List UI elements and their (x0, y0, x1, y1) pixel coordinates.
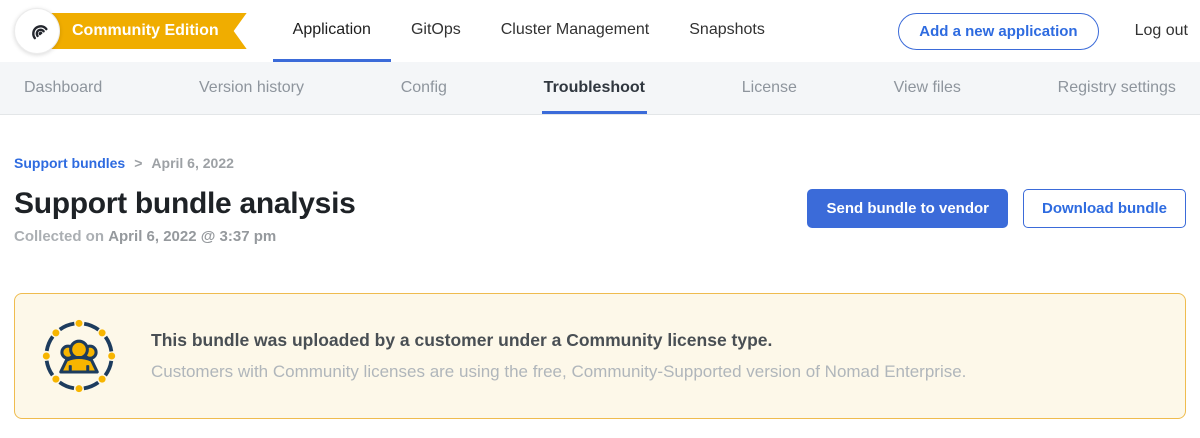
collected-timestamp: Collected on April 6, 2022 @ 3:37 pm (14, 228, 355, 245)
replicated-logo-icon (24, 15, 51, 47)
subnav-license[interactable]: License (740, 62, 799, 114)
replicated-logo[interactable] (14, 8, 60, 54)
alert-text-block: This bundle was uploaded by a customer u… (151, 330, 966, 382)
breadcrumb-separator: > (134, 155, 142, 171)
subnav-config[interactable]: Config (399, 62, 449, 114)
page-head: Support bundle analysis Collected on Apr… (14, 187, 1186, 245)
subnav-version-history[interactable]: Version history (197, 62, 306, 114)
subnav-registry-settings[interactable]: Registry settings (1056, 62, 1178, 114)
community-edition-badge: Community Edition (48, 13, 247, 49)
bundle-actions: Send bundle to vendor Download bundle (807, 189, 1186, 228)
top-nav: Application GitOps Cluster Management Sn… (273, 0, 785, 62)
app-subnav: Dashboard Version history Config Trouble… (0, 62, 1200, 115)
send-bundle-to-vendor-button[interactable]: Send bundle to vendor (807, 189, 1008, 228)
top-tab-application[interactable]: Application (273, 0, 391, 62)
top-header: Community Edition Application GitOps Clu… (0, 0, 1200, 62)
logout-link[interactable]: Log out (1135, 22, 1188, 40)
main-content: Support bundles > April 6, 2022 Support … (0, 155, 1200, 419)
alert-description: Customers with Community licenses are us… (151, 362, 966, 382)
page-title: Support bundle analysis (14, 187, 355, 221)
collected-datetime: April 6, 2022 @ 3:37 pm (108, 228, 276, 245)
subnav-view-files[interactable]: View files (892, 62, 963, 114)
add-application-button[interactable]: Add a new application (898, 13, 1098, 50)
subnav-dashboard[interactable]: Dashboard (22, 62, 104, 114)
header-right: Add a new application Log out (898, 13, 1188, 50)
top-tab-snapshots[interactable]: Snapshots (669, 0, 785, 62)
community-license-alert: This bundle was uploaded by a customer u… (14, 293, 1186, 419)
brand-logo: Community Edition (14, 8, 247, 54)
breadcrumb-support-bundles-link[interactable]: Support bundles (14, 155, 125, 171)
top-tab-cluster-management[interactable]: Cluster Management (481, 0, 670, 62)
download-bundle-button[interactable]: Download bundle (1023, 189, 1186, 228)
alert-title: This bundle was uploaded by a customer u… (151, 330, 966, 351)
community-group-icon (41, 318, 117, 394)
breadcrumb: Support bundles > April 6, 2022 (14, 155, 1186, 171)
subnav-troubleshoot[interactable]: Troubleshoot (542, 62, 647, 114)
top-tab-gitops[interactable]: GitOps (391, 0, 481, 62)
collected-prefix: Collected on (14, 228, 104, 245)
page-title-block: Support bundle analysis Collected on Apr… (14, 187, 355, 245)
breadcrumb-current: April 6, 2022 (151, 155, 234, 171)
